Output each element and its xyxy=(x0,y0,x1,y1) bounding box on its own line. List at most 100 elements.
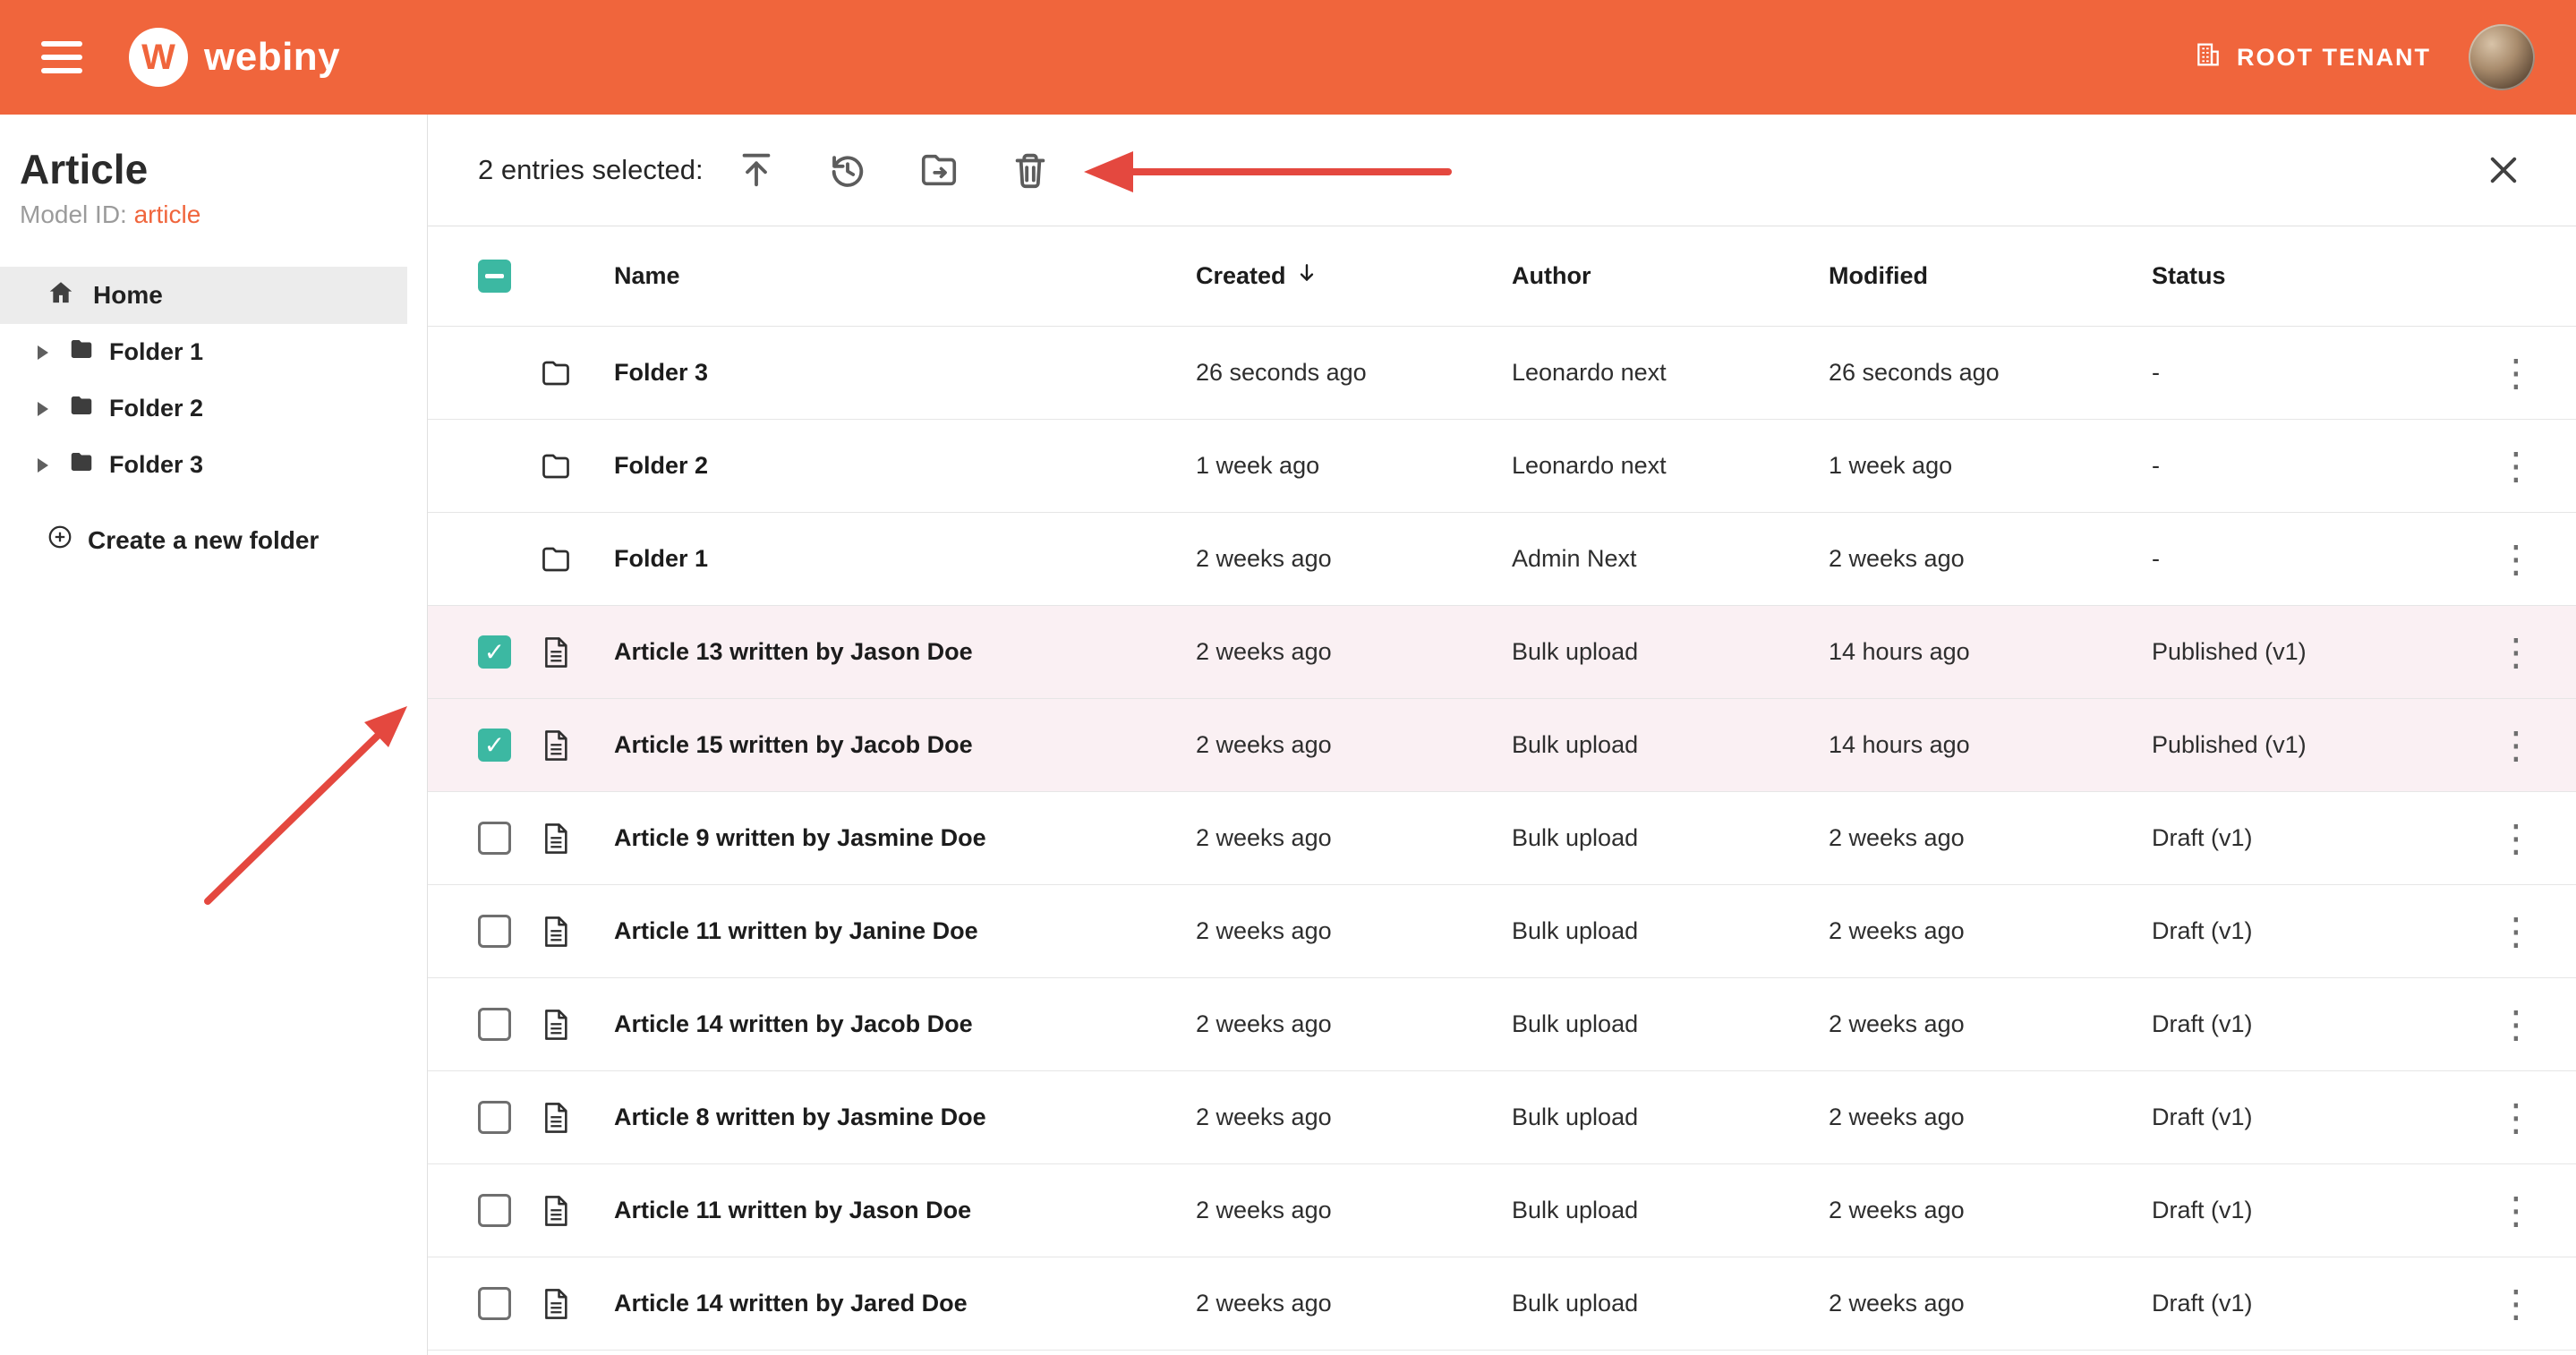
row-menu-icon[interactable]: ⋮ xyxy=(2456,1192,2576,1230)
row-type-icon xyxy=(523,1194,589,1228)
row-menu-icon[interactable]: ⋮ xyxy=(2456,1285,2576,1323)
row-author: Leonardo next xyxy=(1512,359,1829,387)
row-menu-icon[interactable]: ⋮ xyxy=(2456,820,2576,857)
sidebar-item-folder[interactable]: Folder 1 xyxy=(0,324,427,380)
row-created: 2 weeks ago xyxy=(1196,1010,1512,1038)
chevron-right-icon[interactable] xyxy=(38,458,48,473)
row-checkbox[interactable] xyxy=(478,1194,511,1227)
table-row[interactable]: Article 9 written by Jasmine Doe 2 weeks… xyxy=(428,792,2576,885)
delete-icon[interactable] xyxy=(1008,148,1053,192)
webiny-logo-icon: W xyxy=(129,28,188,87)
folder-label: Folder 1 xyxy=(109,338,203,366)
row-name: Article 9 written by Jasmine Doe xyxy=(589,824,1196,852)
row-modified: 14 hours ago xyxy=(1829,638,2152,666)
row-modified: 1 week ago xyxy=(1829,452,2152,480)
row-menu-icon[interactable]: ⋮ xyxy=(2456,1006,2576,1044)
sidebar: Article Model ID: article Home Folder 1 xyxy=(0,115,428,1355)
row-name: Folder 3 xyxy=(589,359,1196,387)
column-header-author: Author xyxy=(1512,262,1829,290)
select-all-checkbox[interactable] xyxy=(478,260,511,293)
table-row[interactable]: Article 11 written by Jason Doe 2 weeks … xyxy=(428,1164,2576,1257)
row-type-icon xyxy=(523,822,589,856)
row-menu-icon[interactable]: ⋮ xyxy=(2456,541,2576,578)
chevron-right-icon[interactable] xyxy=(38,345,48,360)
row-status: Draft (v1) xyxy=(2152,1197,2456,1224)
publish-icon[interactable] xyxy=(734,148,779,192)
row-name: Folder 2 xyxy=(589,452,1196,480)
create-folder-label: Create a new folder xyxy=(88,526,319,555)
row-modified: 14 hours ago xyxy=(1829,731,2152,759)
sidebar-item-label: Home xyxy=(93,281,163,310)
row-checkbox[interactable] xyxy=(478,1101,511,1134)
table-row[interactable]: Article 8 written by Jasmine Doe 2 weeks… xyxy=(428,1071,2576,1164)
page-title: Article xyxy=(20,145,427,193)
sidebar-item-folder[interactable]: Folder 3 xyxy=(0,437,427,493)
column-header-created[interactable]: Created xyxy=(1196,261,1512,291)
sidebar-item-folder[interactable]: Folder 2 xyxy=(0,380,427,437)
column-header-modified: Modified xyxy=(1829,262,2152,290)
row-status: Draft (v1) xyxy=(2152,1290,2456,1317)
row-checkbox[interactable] xyxy=(478,1008,511,1041)
row-type-icon xyxy=(523,1287,589,1321)
folder-tree: Home Folder 1 Folder 2 Folder 3 xyxy=(0,267,427,557)
row-created: 2 weeks ago xyxy=(1196,824,1512,852)
row-type-icon xyxy=(523,1008,589,1042)
tenant-selector[interactable]: ROOT TENANT xyxy=(2194,40,2431,75)
row-author: Bulk upload xyxy=(1512,1197,1829,1224)
row-author: Bulk upload xyxy=(1512,638,1829,666)
tenant-label: ROOT TENANT xyxy=(2237,44,2431,72)
row-menu-icon[interactable]: ⋮ xyxy=(2456,913,2576,950)
table-row[interactable]: Folder 1 2 weeks ago Admin Next 2 weeks … xyxy=(428,513,2576,606)
table-row[interactable]: Article 13 written by Jason Doe 2 weeks … xyxy=(428,606,2576,699)
row-modified: 2 weeks ago xyxy=(1829,824,2152,852)
row-name: Article 11 written by Janine Doe xyxy=(589,917,1196,945)
close-icon[interactable] xyxy=(2481,148,2526,192)
row-checkbox[interactable] xyxy=(478,729,511,762)
restore-icon[interactable] xyxy=(825,148,870,192)
row-modified: 2 weeks ago xyxy=(1829,545,2152,573)
row-menu-icon[interactable]: ⋮ xyxy=(2456,447,2576,485)
user-avatar[interactable] xyxy=(2469,24,2535,90)
sidebar-item-home[interactable]: Home xyxy=(0,267,407,324)
chevron-right-icon[interactable] xyxy=(38,402,48,416)
row-status: Published (v1) xyxy=(2152,731,2456,759)
row-modified: 26 seconds ago xyxy=(1829,359,2152,387)
menu-icon[interactable] xyxy=(41,41,82,73)
row-author: Admin Next xyxy=(1512,545,1829,573)
row-status: - xyxy=(2152,452,2456,480)
selection-toolbar: 2 entries selected: xyxy=(428,115,2576,226)
create-folder-button[interactable]: Create a new folder xyxy=(0,524,427,557)
row-created: 2 weeks ago xyxy=(1196,1104,1512,1131)
row-modified: 2 weeks ago xyxy=(1829,1197,2152,1224)
row-menu-icon[interactable]: ⋮ xyxy=(2456,1099,2576,1137)
home-icon xyxy=(47,278,75,313)
table-row[interactable]: Article 11 written by Janine Doe 2 weeks… xyxy=(428,885,2576,978)
row-status: - xyxy=(2152,359,2456,387)
row-type-icon xyxy=(523,915,589,949)
row-modified: 2 weeks ago xyxy=(1829,1290,2152,1317)
row-author: Leonardo next xyxy=(1512,452,1829,480)
row-author: Bulk upload xyxy=(1512,1010,1829,1038)
row-name: Article 8 written by Jasmine Doe xyxy=(589,1104,1196,1131)
row-author: Bulk upload xyxy=(1512,917,1829,945)
row-menu-icon[interactable]: ⋮ xyxy=(2456,634,2576,671)
table-row[interactable]: Folder 3 26 seconds ago Leonardo next 26… xyxy=(428,327,2576,420)
folder-icon xyxy=(68,336,95,369)
table-row[interactable]: Article 15 written by Jacob Doe 2 weeks … xyxy=(428,699,2576,792)
move-to-folder-icon[interactable] xyxy=(917,148,961,192)
row-created: 2 weeks ago xyxy=(1196,917,1512,945)
table-row[interactable]: Folder 2 1 week ago Leonardo next 1 week… xyxy=(428,420,2576,513)
table-row[interactable]: Article 14 written by Jacob Doe 2 weeks … xyxy=(428,978,2576,1071)
folder-icon xyxy=(68,392,95,425)
row-checkbox[interactable] xyxy=(478,822,511,855)
row-menu-icon[interactable]: ⋮ xyxy=(2456,727,2576,764)
row-created: 2 weeks ago xyxy=(1196,731,1512,759)
row-checkbox[interactable] xyxy=(478,1287,511,1320)
row-status: Draft (v1) xyxy=(2152,1010,2456,1038)
row-name: Article 11 written by Jason Doe xyxy=(589,1197,1196,1224)
row-checkbox[interactable] xyxy=(478,635,511,669)
row-checkbox[interactable] xyxy=(478,915,511,948)
row-created: 2 weeks ago xyxy=(1196,545,1512,573)
row-menu-icon[interactable]: ⋮ xyxy=(2456,354,2576,392)
table-row[interactable]: Article 14 written by Jared Doe 2 weeks … xyxy=(428,1257,2576,1351)
